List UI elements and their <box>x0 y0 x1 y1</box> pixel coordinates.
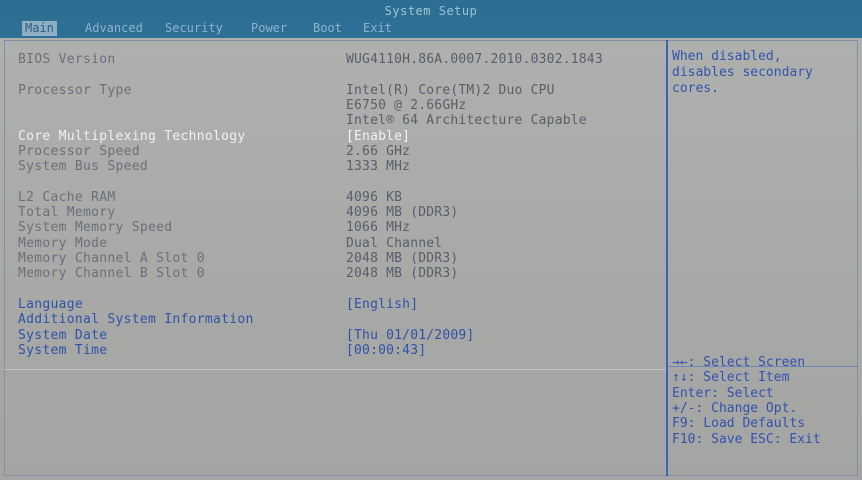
system-date-value[interactable]: [Thu 01/01/2009] <box>346 328 474 343</box>
tab-advanced[interactable]: Advanced <box>82 21 146 36</box>
language-label[interactable]: Language <box>18 297 83 312</box>
key-hint-load-defaults: F9: Load Defaults <box>672 416 806 431</box>
memory-speed-label: System Memory Speed <box>18 220 173 235</box>
help-panel-divider <box>666 40 668 476</box>
tab-security[interactable]: Security <box>162 21 226 36</box>
memory-channel-b-label: Memory Channel B Slot 0 <box>18 266 205 281</box>
system-date-label[interactable]: System Date <box>18 328 107 343</box>
processor-type-value-line1: Intel(R) Core(TM)2 Duo CPU <box>346 83 555 98</box>
memory-mode-label: Memory Mode <box>18 236 108 251</box>
tab-exit[interactable]: Exit <box>360 21 395 36</box>
memory-channel-a-label: Memory Channel A Slot 0 <box>18 251 205 266</box>
key-hint-enter: Enter: Select <box>672 386 774 401</box>
language-value[interactable]: [English] <box>346 297 418 312</box>
core-multiplexing-value[interactable]: [Enable] <box>346 129 410 144</box>
setup-title: System Setup <box>384 4 478 18</box>
bios-version-value: WUG4110H.86A.0007.2010.0302.1843 <box>346 52 603 67</box>
item-help-text: When disabled, disables secondary cores. <box>672 49 813 96</box>
l2-cache-value: 4096 KB <box>346 190 403 205</box>
memory-speed-value: 1066 MHz <box>346 220 411 235</box>
bios-version-label: BIOS Version <box>18 52 116 67</box>
tab-boot[interactable]: Boot <box>310 21 345 36</box>
system-bus-speed-value: 1333 MHz <box>346 159 411 174</box>
system-bus-speed-label: System Bus Speed <box>18 159 149 174</box>
processor-type-value-line2: E6750 @ 2.66GHz <box>346 98 467 113</box>
tab-power[interactable]: Power <box>248 21 290 36</box>
key-hint-change-option: +/-: Change Opt. <box>672 401 798 416</box>
bottom-rule <box>4 369 666 370</box>
system-time-label[interactable]: System Time <box>18 343 107 358</box>
processor-type-value-line3: Intel® 64 Architecture Capable <box>346 113 587 128</box>
memory-mode-value: Dual Channel <box>346 236 443 251</box>
total-memory-value: 4096 MB (DDR3) <box>346 205 459 220</box>
additional-system-information-link[interactable]: Additional System Information <box>18 312 254 327</box>
core-multiplexing-label[interactable]: Core Multiplexing Technology <box>18 129 246 144</box>
tab-main[interactable]: Main <box>22 21 57 36</box>
key-hint-save-exit: F10: Save ESC: Exit <box>672 432 821 447</box>
l2-cache-label: L2 Cache RAM <box>18 190 116 205</box>
total-memory-label: Total Memory <box>18 205 116 220</box>
key-hint-select-screen: →←: Select Screen <box>672 355 806 370</box>
memory-channel-b-value: 2048 MB (DDR3) <box>346 266 459 281</box>
system-time-value[interactable]: [00:00:43] <box>346 343 426 358</box>
processor-type-label: Processor Type <box>18 83 132 98</box>
processor-speed-label: Processor Speed <box>18 144 140 159</box>
bios-screen: System Setup Main Advanced Security Powe… <box>0 0 862 480</box>
memory-channel-a-value: 2048 MB (DDR3) <box>346 251 459 266</box>
processor-speed-value: 2.66 GHz <box>346 144 411 159</box>
key-hint-select-item: ↑↓: Select Item <box>672 370 790 385</box>
